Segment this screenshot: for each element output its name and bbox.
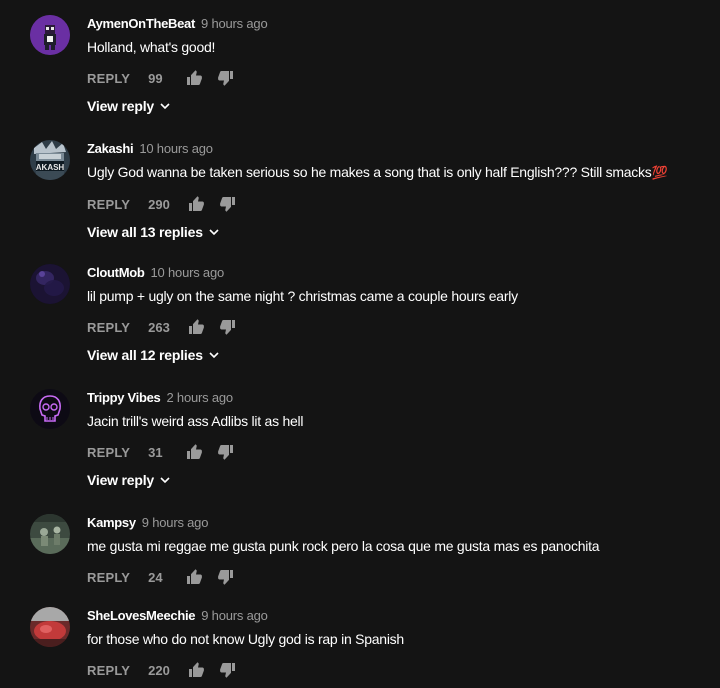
comment-actions: REPLY 220 bbox=[87, 660, 710, 680]
view-replies-label: View all 13 replies bbox=[87, 224, 203, 240]
comment-timestamp[interactable]: 9 hours ago bbox=[201, 16, 268, 31]
comment-timestamp[interactable]: 9 hours ago bbox=[142, 515, 209, 530]
comment-author[interactable]: Zakashi bbox=[87, 141, 134, 156]
reply-button[interactable]: REPLY bbox=[87, 197, 130, 212]
avatar[interactable] bbox=[30, 264, 70, 304]
comment-timestamp[interactable]: 9 hours ago bbox=[201, 608, 268, 623]
comment-text-content: Ugly God wanna be taken serious so he ma… bbox=[87, 164, 652, 180]
thumb-down-icon[interactable] bbox=[218, 70, 234, 86]
comment-author[interactable]: AymenOnTheBeat bbox=[87, 16, 195, 31]
comment-actions: REPLY 290 bbox=[87, 194, 710, 214]
thumb-up-icon[interactable] bbox=[186, 70, 203, 86]
chevron-down-icon bbox=[208, 226, 220, 238]
thumb-down-icon[interactable] bbox=[219, 196, 236, 212]
comment-text-content: Holland, what's good! bbox=[87, 39, 216, 55]
thumb-down-icon[interactable] bbox=[218, 444, 234, 460]
view-replies-label: View all 12 replies bbox=[87, 347, 203, 363]
comment-text: Holland, what's good! bbox=[87, 38, 710, 56]
like-count: 220 bbox=[148, 662, 170, 678]
like-count: 31 bbox=[148, 444, 163, 460]
avatar[interactable] bbox=[30, 15, 70, 55]
thumb-up-icon[interactable] bbox=[188, 196, 204, 212]
comment-author[interactable]: Trippy Vibes bbox=[87, 390, 161, 405]
hundred-points-emoji: 💯 bbox=[651, 165, 668, 180]
comment-actions: REPLY 24 bbox=[87, 567, 710, 587]
kakashi-avatar-icon: AKASH bbox=[30, 140, 70, 180]
svg-text:AKASH: AKASH bbox=[36, 163, 65, 172]
comment-author[interactable]: CloutMob bbox=[87, 265, 145, 280]
comment-actions: REPLY 99 bbox=[87, 68, 710, 88]
thumb-down-icon[interactable] bbox=[219, 662, 236, 678]
comment-text: for those who do not know Ugly god is ra… bbox=[87, 630, 710, 648]
comment-text: Jacin trill's weird ass Adlibs lit as he… bbox=[87, 412, 710, 430]
view-replies-button[interactable]: View reply bbox=[87, 98, 171, 114]
reply-button[interactable]: REPLY bbox=[87, 570, 130, 585]
view-replies-label: View reply bbox=[87, 98, 155, 114]
thumb-down-icon[interactable] bbox=[218, 569, 234, 585]
view-replies-label: View reply bbox=[87, 472, 155, 488]
comment-author[interactable]: SheLovesMeechie bbox=[87, 608, 196, 623]
thumb-up-icon[interactable] bbox=[186, 444, 203, 460]
like-count: 263 bbox=[148, 319, 170, 335]
thumb-down-icon[interactable] bbox=[219, 319, 236, 335]
chevron-down-icon bbox=[159, 474, 171, 486]
avatar[interactable] bbox=[30, 607, 70, 647]
comment-text-content: lil pump + ugly on the same night ? chri… bbox=[87, 288, 518, 304]
purple-character-avatar-icon bbox=[30, 15, 70, 55]
avatar[interactable] bbox=[30, 514, 70, 554]
comments-feed: AymenOnTheBeat 9 hours ago Holland, what'… bbox=[0, 0, 720, 688]
reply-button[interactable]: REPLY bbox=[87, 663, 130, 678]
chevron-down-icon bbox=[159, 100, 171, 112]
thumb-up-icon[interactable] bbox=[188, 319, 204, 335]
thumb-up-icon[interactable] bbox=[188, 662, 204, 678]
like-count: 24 bbox=[148, 569, 163, 585]
view-replies-button[interactable]: View reply bbox=[87, 472, 171, 488]
comment-text: Ugly God wanna be taken serious so he ma… bbox=[87, 163, 710, 182]
comment-text-content: me gusta mi reggae me gusta punk rock pe… bbox=[87, 538, 600, 554]
comment-timestamp[interactable]: 2 hours ago bbox=[166, 390, 233, 405]
comment-text: lil pump + ugly on the same night ? chri… bbox=[87, 287, 710, 305]
comment-timestamp[interactable]: 10 hours ago bbox=[151, 265, 225, 280]
reply-button[interactable]: REPLY bbox=[87, 445, 130, 460]
comment-author[interactable]: Kampsy bbox=[87, 515, 136, 530]
dark-purple-avatar-icon bbox=[30, 264, 70, 304]
like-count: 99 bbox=[148, 70, 163, 86]
comment-actions: REPLY 263 bbox=[87, 317, 710, 337]
green-photo-avatar-icon bbox=[30, 514, 70, 554]
view-replies-button[interactable]: View all 12 replies bbox=[87, 347, 220, 363]
comment-actions: REPLY 31 bbox=[87, 442, 710, 462]
comment-text: me gusta mi reggae me gusta punk rock pe… bbox=[87, 537, 710, 555]
red-photo-avatar-icon bbox=[30, 607, 70, 647]
neon-skull-avatar-icon bbox=[30, 389, 70, 429]
like-count: 290 bbox=[148, 196, 170, 212]
chevron-down-icon bbox=[208, 349, 220, 361]
thumb-up-icon[interactable] bbox=[186, 569, 203, 585]
avatar[interactable]: AKASH bbox=[30, 140, 70, 180]
comment-timestamp[interactable]: 10 hours ago bbox=[139, 141, 213, 156]
comment-text-content: for those who do not know Ugly god is ra… bbox=[87, 631, 404, 647]
reply-button[interactable]: REPLY bbox=[87, 320, 130, 335]
view-replies-button[interactable]: View all 13 replies bbox=[87, 224, 220, 240]
reply-button[interactable]: REPLY bbox=[87, 71, 130, 86]
comment-text-content: Jacin trill's weird ass Adlibs lit as he… bbox=[87, 413, 304, 429]
avatar[interactable] bbox=[30, 389, 70, 429]
